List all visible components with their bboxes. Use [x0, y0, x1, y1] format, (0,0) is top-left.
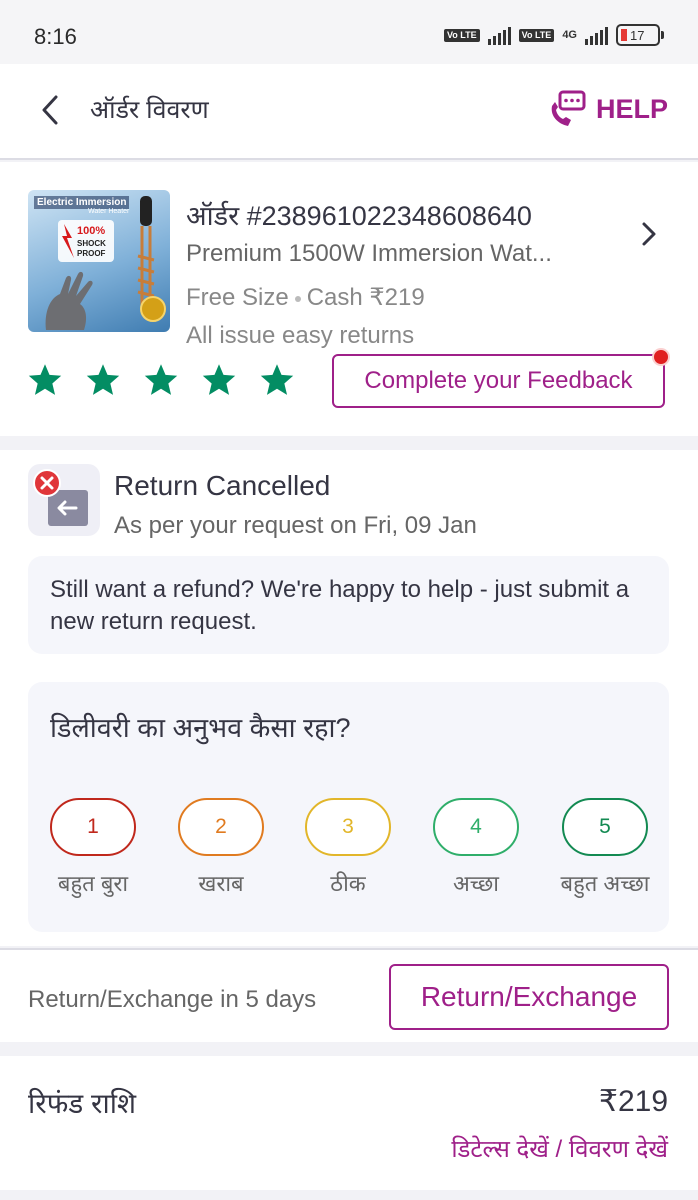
- return-status-title: Return Cancelled: [114, 470, 331, 501]
- hand-image: [45, 271, 93, 330]
- svg-text:100%: 100%: [77, 225, 105, 237]
- star-icon[interactable]: [84, 362, 122, 398]
- delivery-rating-panel: डिलीवरी का अनुभव कैसा रहा? 1 बहुत बुरा 2 खर…: [28, 682, 669, 932]
- rating-option-label: ठीक: [330, 871, 366, 896]
- return-window-text: Return/Exchange in 5 days: [28, 986, 317, 1013]
- payment-info: Cash ₹219: [306, 284, 425, 311]
- return-status-card: Return Cancelled As per your request on …: [0, 450, 698, 946]
- network-type: 4G: [562, 29, 577, 41]
- rating-option-label: खराब: [198, 871, 244, 896]
- return-cancelled-icon: [28, 464, 100, 536]
- status-bar: 8:16 Vo LTE Vo LTE 4G 17: [0, 0, 698, 64]
- details-link[interactable]: डिटेल्स देखें / विवरण देखें: [451, 1132, 668, 1165]
- returns-note: All issue easy returns: [186, 322, 415, 349]
- signal-icon: [585, 25, 608, 45]
- return-status-subtitle: As per your request on Fri, 09 Jan: [114, 512, 477, 539]
- status-icons: Vo LTE Vo LTE 4G 17: [443, 24, 664, 46]
- svg-text:PROOF: PROOF: [77, 249, 106, 258]
- order-number: ऑर्डर #238961022348608640: [186, 201, 532, 231]
- refund-message: Still want a refund? We're happy to help…: [28, 556, 669, 654]
- battery-icon: 17: [616, 24, 664, 46]
- rating-option-label: बहुत अच्छा: [560, 871, 650, 896]
- refund-amount: ₹219: [598, 1085, 668, 1118]
- complete-feedback-button[interactable]: Complete your Feedback: [332, 354, 665, 408]
- help-button[interactable]: HELP: [548, 90, 668, 128]
- refund-card: रिफंड राशि ₹219 डिटेल्स देखें / विवरण दे…: [0, 1056, 698, 1190]
- delivery-question: डिलीवरी का अनुभव कैसा रहा?: [50, 713, 351, 743]
- product-name: Premium 1500W Immersion Wat...: [186, 240, 552, 267]
- rating-option-label: अच्छा: [452, 871, 500, 896]
- support-chat-icon: [551, 90, 586, 126]
- notification-dot: [652, 348, 670, 366]
- battery-level: 17: [630, 27, 645, 43]
- help-label: HELP: [595, 93, 668, 124]
- order-meta: Free Size Cash ₹219: [186, 283, 425, 312]
- star-icon[interactable]: [258, 362, 296, 398]
- back-arrow-icon[interactable]: [36, 92, 66, 128]
- svg-text:SHOCK: SHOCK: [77, 239, 106, 248]
- volte-icon: Vo LTE: [518, 28, 555, 42]
- rating-option-2[interactable]: 2: [178, 798, 264, 856]
- product-image-sub: Water Heater: [88, 208, 130, 215]
- star-icon[interactable]: [26, 362, 64, 398]
- quality-seal-icon: [140, 296, 166, 322]
- rating-option-4[interactable]: 4: [433, 798, 519, 856]
- rating-option-label: बहुत बुरा: [57, 871, 129, 896]
- shock-proof-badge: 100% SHOCK PROOF: [58, 220, 114, 262]
- chevron-right-icon[interactable]: [640, 220, 658, 248]
- rating-option-5[interactable]: 5: [562, 798, 648, 856]
- rating-stars[interactable]: [26, 362, 296, 398]
- product-size: Free Size: [186, 284, 289, 311]
- star-icon[interactable]: [200, 362, 238, 398]
- page-title: ऑर्डर विवरण: [90, 96, 209, 124]
- star-icon[interactable]: [142, 362, 180, 398]
- return-exchange-button[interactable]: Return/Exchange: [389, 964, 669, 1030]
- signal-icon: [487, 25, 511, 45]
- volte-icon: Vo LTE: [443, 28, 480, 42]
- product-image: Electric Immersion Water Heater 100% SHO…: [28, 190, 170, 332]
- return-window-row: Return/Exchange in 5 days Return/Exchang…: [0, 948, 698, 1042]
- order-card[interactable]: Electric Immersion Water Heater 100% SHO…: [0, 162, 698, 436]
- app-bar: ऑर्डर विवरण HELP: [0, 64, 698, 160]
- rating-option-3[interactable]: 3: [305, 798, 391, 856]
- refund-label: रिफंड राशि: [28, 1088, 137, 1119]
- status-time: 8:16: [34, 24, 77, 49]
- rating-option-1[interactable]: 1: [50, 798, 136, 856]
